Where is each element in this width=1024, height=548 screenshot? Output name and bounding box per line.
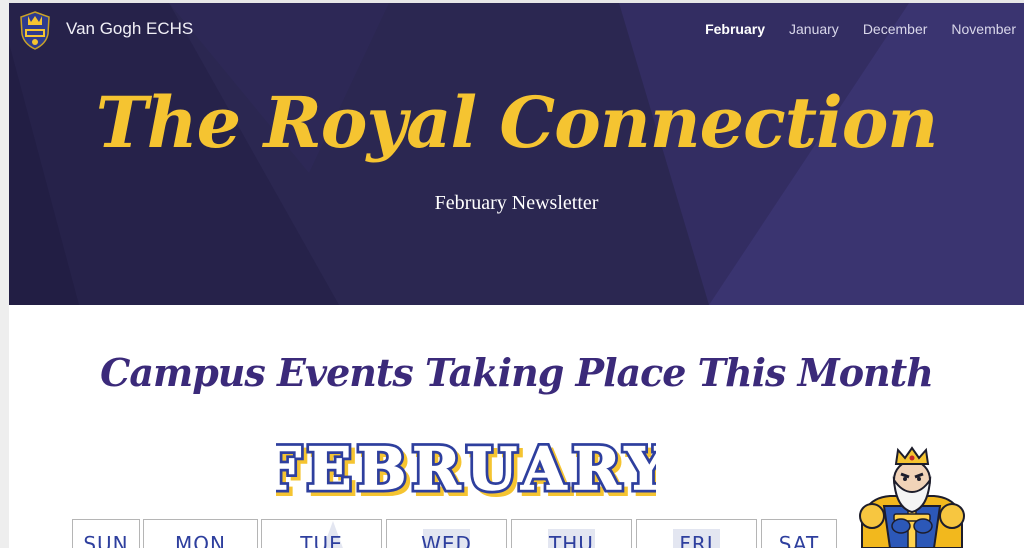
pointer-triangle-icon xyxy=(323,521,343,548)
weekday-label: SAT xyxy=(778,532,820,548)
page: Van Gogh ECHS February January December … xyxy=(0,0,1024,548)
nav-link-december[interactable]: December xyxy=(863,21,928,37)
weekday-wed: WED xyxy=(386,519,507,548)
weekday-sun: SUN xyxy=(72,519,140,548)
site-name[interactable]: Van Gogh ECHS xyxy=(66,19,193,39)
month-wordart: FEBRUARY FEBRUARY FEBRUARY xyxy=(276,433,656,501)
month-nav: February January December November xyxy=(705,21,1016,37)
month-wordart-text: FEBRUARY xyxy=(276,435,656,501)
weekday-label: WED xyxy=(421,532,472,548)
royals-shield-icon[interactable] xyxy=(19,10,51,50)
weekday-label: MON xyxy=(175,532,226,548)
weekday-fri: FRI xyxy=(636,519,757,548)
events-heading: Campus Events Taking Place This Month xyxy=(100,350,934,395)
nav-link-february[interactable]: February xyxy=(705,21,765,37)
weekday-shade xyxy=(548,529,595,548)
weekday-label: SUN xyxy=(83,532,129,548)
weekday-thu: THU xyxy=(511,519,632,548)
weekday-shade xyxy=(423,529,470,548)
newsletter-title: The Royal Connection xyxy=(95,81,939,164)
nav-link-january[interactable]: January xyxy=(789,21,839,37)
top-navigation: Van Gogh ECHS February January December … xyxy=(9,3,1024,55)
hero-banner: Van Gogh ECHS February January December … xyxy=(9,3,1024,305)
weekday-mon: MON xyxy=(143,519,258,548)
window-left-edge xyxy=(0,0,9,548)
weekday-label: THU xyxy=(549,532,594,548)
nav-link-november[interactable]: November xyxy=(951,21,1016,37)
weekday-shade xyxy=(673,529,720,548)
newsletter-subtitle: February Newsletter xyxy=(434,192,599,214)
weekday-label: FRI xyxy=(679,532,714,548)
weekday-sat: SAT xyxy=(761,519,837,548)
king-mascot-icon xyxy=(859,446,965,548)
